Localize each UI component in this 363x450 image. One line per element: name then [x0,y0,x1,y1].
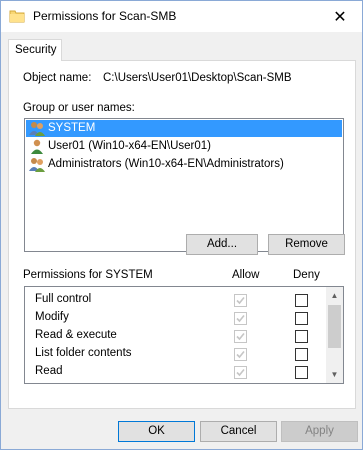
security-panel: Object name: C:\Users\User01\Desktop\Sca… [8,60,356,409]
group-list-item-label: User01 (Win10-x64-EN\User01) [48,140,211,152]
close-icon: ✕ [333,8,347,26]
tab-security[interactable]: Security [8,39,62,61]
users-group-icon [29,121,45,136]
permissions-label: Permissions for SYSTEM [23,269,153,281]
object-name-value: C:\Users\User01\Desktop\Scan-SMB [103,72,292,84]
group-list-item-label: Administrators (Win10-x64-EN\Administrat… [48,158,284,170]
allow-column-header: Allow [232,269,260,281]
ok-button[interactable]: OK [118,421,195,442]
permission-row: List folder contents [25,346,327,363]
folder-icon [9,8,25,24]
permission-name: Read [35,365,63,377]
deny-checkbox[interactable] [295,312,308,325]
group-list-item-label: SYSTEM [48,122,96,134]
remove-button[interactable]: Remove [268,234,345,255]
deny-checkbox[interactable] [295,330,308,343]
allow-checkbox[interactable] [234,366,247,379]
deny-checkbox[interactable] [295,348,308,361]
permissions-list[interactable]: Read List folder contents Read & execute Mo… [24,286,344,384]
deny-checkbox[interactable] [295,294,308,307]
allow-checkbox[interactable] [234,312,247,325]
permission-name: List folder contents [35,347,132,359]
group-list-label: Group or user names: [23,102,135,114]
permission-row: Full control [25,292,327,309]
apply-button[interactable]: Apply [281,421,358,442]
allow-checkbox[interactable] [234,330,247,343]
group-user-list[interactable]: SYSTEM User01 (Win10-x64-EN\User01) Admini… [24,118,344,252]
scroll-thumb[interactable] [328,305,341,348]
group-list-item[interactable]: SYSTEM [26,120,342,137]
allow-checkbox[interactable] [234,348,247,361]
permission-name: Read & execute [35,329,117,341]
group-list-item[interactable]: Administrators (Win10-x64-EN\Administrat… [26,156,342,173]
permission-row: Read [25,364,327,381]
permissions-scrollbar[interactable]: ▲ ▼ [326,287,343,383]
scroll-down-icon[interactable]: ▼ [326,366,343,383]
deny-column-header: Deny [293,269,320,281]
object-name-label: Object name: [23,72,92,84]
permission-name: Full control [35,293,92,305]
add-button[interactable]: Add... [186,234,258,255]
window-title: Permissions for Scan-SMB [33,9,177,23]
cancel-button[interactable]: Cancel [200,421,277,442]
deny-checkbox[interactable] [295,366,308,379]
permission-row: Read & execute [25,328,327,345]
permissions-dialog: Permissions for Scan-SMB ✕ Security Obje… [0,0,363,450]
permission-row [25,382,327,383]
group-list-item[interactable]: User01 (Win10-x64-EN\User01) [26,138,342,155]
permission-name: Modify [35,311,69,323]
scroll-up-icon[interactable]: ▲ [326,287,343,304]
permission-row: Modify [25,310,327,327]
user-icon [29,139,45,154]
close-button[interactable]: ✕ [318,1,362,32]
title-bar[interactable]: Permissions for Scan-SMB ✕ [1,1,362,32]
allow-checkbox[interactable] [234,294,247,307]
users-group-icon [29,157,45,172]
